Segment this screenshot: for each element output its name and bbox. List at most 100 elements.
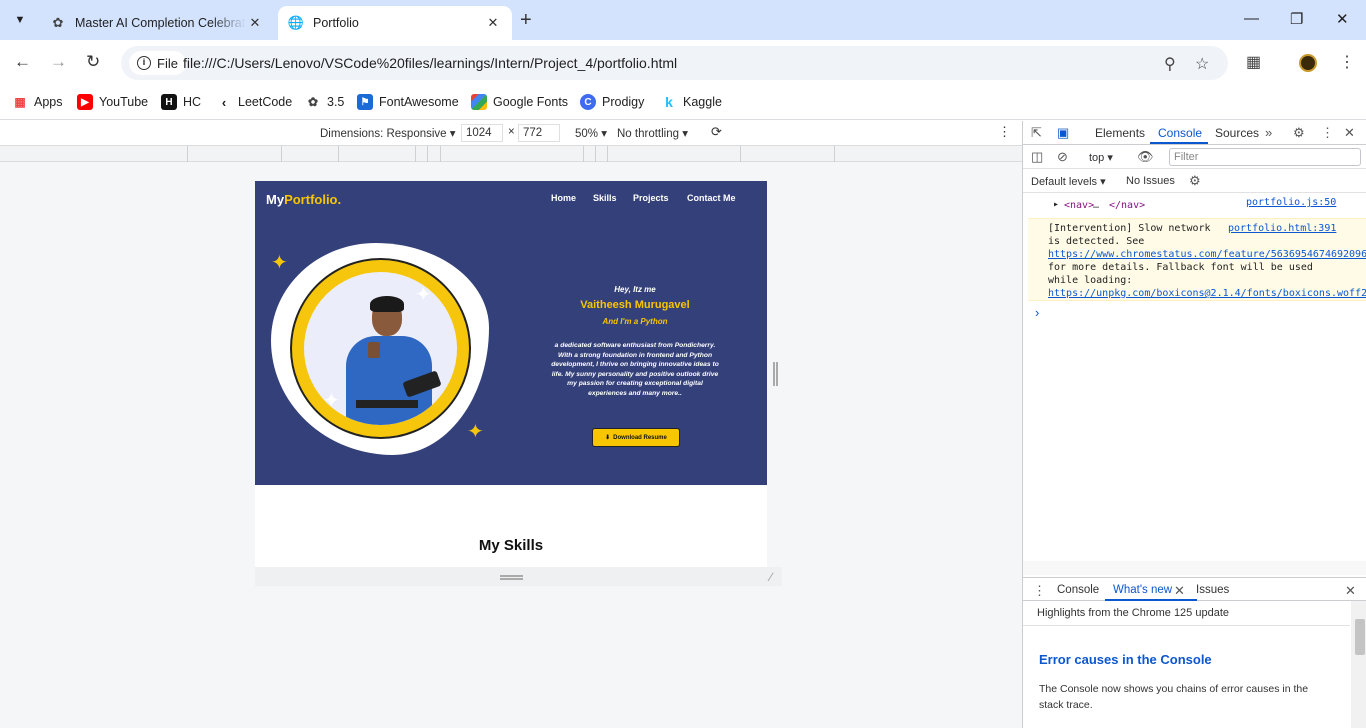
whats-new-title[interactable]: Error causes in the Console — [1039, 652, 1212, 667]
close-window-icon[interactable]: ✕ — [1336, 10, 1349, 28]
sparkle-icon: ✦ — [323, 390, 340, 412]
download-resume-button[interactable]: ⬇ Download Resume — [592, 428, 680, 447]
bookmark-label: LeetCode — [238, 95, 293, 109]
nav-projects[interactable]: Projects — [633, 193, 669, 203]
throttle-dropdown[interactable]: No throttling ▾ — [617, 126, 688, 140]
bookmark-google-fonts[interactable]: Google Fonts — [471, 92, 568, 112]
tab-elements[interactable]: Elements — [1095, 126, 1145, 140]
console-settings-icon[interactable]: ⚙ — [1189, 173, 1201, 189]
sidebar-toggle-icon[interactable]: ◫ — [1031, 149, 1043, 165]
clear-console-icon[interactable]: ⊘ — [1057, 149, 1068, 165]
tab-console[interactable]: Console — [1158, 126, 1202, 140]
browser-toolbar: ← → ↻ i File file:///C:/Users/Lenovo/VSC… — [0, 40, 1366, 86]
warning-source-link[interactable]: portfolio.html:391 — [1228, 222, 1336, 235]
console-filter-input[interactable]: Filter — [1169, 148, 1361, 166]
site-info-chip[interactable]: i File — [129, 51, 186, 75]
close-drawer-icon[interactable]: ✕ — [1345, 583, 1356, 599]
url-text[interactable]: file:///C:/Users/Lenovo/VSCode%20files/l… — [183, 55, 677, 71]
nav-home[interactable]: Home — [551, 193, 576, 203]
console-horizontal-scrollbar[interactable] — [1023, 561, 1366, 575]
drawer-tab-console[interactable]: Console — [1057, 584, 1099, 596]
bookmark-hc[interactable]: H HC — [161, 92, 201, 112]
device-toggle-icon[interactable]: ▣ — [1057, 125, 1069, 141]
address-bar[interactable]: i File file:///C:/Users/Lenovo/VSCode%20… — [121, 46, 1228, 80]
bookmark-fontawesome[interactable]: ⚑ FontAwesome — [357, 92, 459, 112]
tab-portfolio[interactable]: 🌐 Portfolio ✕ — [278, 6, 512, 40]
zoom-dropdown[interactable]: 50% ▾ — [575, 126, 607, 140]
close-tab-icon[interactable]: ✕ — [246, 15, 264, 31]
live-expression-eye-icon[interactable]: 👁 — [1137, 149, 1154, 165]
dimensions-dropdown[interactable]: Dimensions: Responsive ▾ — [320, 126, 456, 140]
console-prompt-icon[interactable]: › — [1035, 305, 1039, 320]
zoom-icon[interactable]: ⚲ — [1164, 54, 1176, 74]
resize-height-handle[interactable] — [500, 575, 523, 580]
device-menu-icon[interactable]: ⋮ — [998, 124, 1011, 140]
minimize-icon[interactable]: — — [1244, 10, 1259, 27]
bookmark-prodigy[interactable]: C Prodigy — [580, 92, 644, 112]
log-source-link[interactable]: portfolio.js:50 — [1246, 197, 1336, 208]
resize-corner-icon[interactable]: ∕ — [770, 570, 772, 584]
bookmark-youtube[interactable]: ▶ YouTube — [77, 92, 148, 112]
close-tab-icon[interactable]: ✕ — [484, 15, 502, 31]
extensions-icon[interactable]: ▦ — [1246, 52, 1261, 72]
settings-gear-icon[interactable]: ⚙ — [1293, 125, 1305, 141]
media-query-ruler[interactable] — [0, 145, 1022, 162]
close-devtools-icon[interactable]: ✕ — [1344, 125, 1355, 141]
width-input[interactable]: 1024 — [461, 124, 503, 142]
issues-counter[interactable]: No Issues — [1126, 175, 1175, 187]
divider — [1023, 625, 1350, 626]
context-dropdown[interactable]: top ▾ — [1089, 151, 1113, 164]
sparkle-icon: ✦ — [467, 421, 484, 443]
reload-icon[interactable]: ↻ — [86, 52, 100, 72]
expand-triangle-icon[interactable]: ▸ — [1053, 199, 1059, 210]
warning-line: for more details. Fallback font will be … — [1048, 262, 1313, 273]
tab-sources[interactable]: Sources — [1215, 126, 1259, 140]
back-icon[interactable]: ← — [14, 52, 31, 72]
whats-new-text: The Console now shows you chains of erro… — [1039, 683, 1309, 711]
site-logo[interactable]: MyPortfolio. — [266, 192, 341, 207]
role-text: And I'm a Python — [602, 317, 668, 326]
bookmark-35[interactable]: ✿ 3.5 — [305, 92, 344, 112]
bookmark-star-icon[interactable]: ☆ — [1195, 54, 1209, 74]
apps-grid-icon: ▦ — [14, 95, 26, 109]
inspect-icon[interactable]: ⇱ — [1031, 125, 1042, 141]
profile-avatar[interactable] — [1299, 54, 1317, 72]
log-nav-ellipsis: … — [1093, 200, 1100, 211]
boxicons-font-link[interactable]: https://unpkg.com/boxicons@2.1.4/fonts/b… — [1048, 287, 1366, 300]
portfolio-page: MyPortfolio. Home Skills Projects Contac… — [255, 181, 767, 567]
log-nav-open-tag: <nav> — [1064, 200, 1095, 211]
drawer-menu-icon[interactable]: ⋮ — [1033, 583, 1046, 599]
restore-icon[interactable]: ❐ — [1290, 10, 1303, 28]
forward-icon[interactable]: → — [50, 52, 67, 72]
chromestatus-link[interactable]: https://www.chromestatus.com/feature/563… — [1048, 248, 1366, 261]
logo-accent: Portfolio. — [284, 192, 342, 207]
menu-icon[interactable]: ⋮ — [1339, 52, 1355, 72]
rotate-icon[interactable]: ⟳ — [711, 124, 722, 140]
bookmark-label: 3.5 — [327, 95, 345, 109]
devtools-tabbar: ⇱ ▣ Elements Console Sources » ⚙ ⋮ ✕ — [1023, 121, 1366, 145]
tab-search-icon[interactable]: ▼ — [8, 8, 32, 32]
whats-new-panel: Highlights from the Chrome 125 update Er… — [1023, 601, 1366, 728]
drawer-scroll-thumb[interactable] — [1355, 619, 1365, 655]
more-tabs-icon[interactable]: » — [1265, 125, 1272, 140]
resize-width-handle[interactable] — [773, 362, 778, 386]
drawer-tab-whats-new[interactable]: What's new — [1113, 584, 1172, 596]
nav-contact[interactable]: Contact Me — [687, 193, 736, 203]
customize-menu-icon[interactable]: ⋮ — [1321, 125, 1334, 141]
levels-dropdown[interactable]: Default levels ▾ — [1031, 175, 1106, 188]
console-toolbar: ◫ ⊘ top ▾ 👁 Filter — [1023, 145, 1366, 169]
bookmark-kaggle[interactable]: k Kaggle — [661, 92, 722, 112]
google-fonts-icon — [471, 94, 487, 110]
name-heading: Vaitheesh Murugavel — [580, 299, 690, 311]
height-input[interactable]: 772 — [518, 124, 560, 142]
logo-main: My — [266, 192, 285, 207]
console-log-nav[interactable]: ▸ <nav> … </nav> portfolio.js:50 — [1023, 193, 1366, 217]
bookmark-apps[interactable]: ▦ Apps — [12, 92, 63, 112]
tab-master-ai[interactable]: ✿ Master AI Completion Celebrati ✕ — [40, 6, 274, 40]
nav-skills[interactable]: Skills — [593, 193, 617, 203]
drawer-tab-issues[interactable]: Issues — [1196, 584, 1229, 596]
new-tab-icon[interactable]: + — [520, 10, 532, 30]
close-whats-new-icon[interactable]: ✕ — [1174, 583, 1185, 599]
bookmark-leetcode[interactable]: ‹ LeetCode — [216, 92, 292, 112]
bookmark-label: Apps — [34, 95, 63, 109]
